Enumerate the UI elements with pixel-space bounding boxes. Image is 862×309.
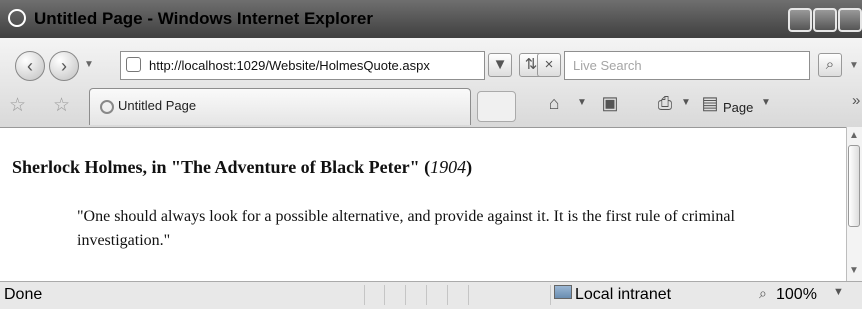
stop-button[interactable]: ×	[537, 53, 561, 77]
recent-pages-chevron-icon[interactable]: ▼	[84, 59, 94, 70]
status-divider	[405, 285, 406, 305]
add-favorites-icon[interactable]: ☆	[53, 94, 70, 117]
print-dropdown-icon[interactable]: ▼	[675, 92, 697, 114]
zoom-dropdown-icon[interactable]: ▼	[833, 286, 844, 298]
status-text: Done	[4, 286, 43, 303]
zoom-level[interactable]: 100%	[776, 286, 817, 304]
publication-year: 1904	[430, 157, 467, 177]
page-icon	[126, 57, 141, 72]
status-divider	[384, 285, 385, 305]
tab-label: Untitled Page	[118, 98, 197, 113]
status-divider	[364, 285, 365, 305]
page-tab-icon	[100, 100, 114, 114]
scroll-up-icon[interactable]: ▲	[849, 130, 859, 141]
security-zone: Local intranet	[575, 286, 672, 303]
status-bar	[0, 281, 862, 309]
status-divider	[447, 285, 448, 305]
address-dropdown-button[interactable]: ▼	[488, 53, 512, 77]
home-dropdown-icon[interactable]: ▼	[571, 92, 593, 114]
holmes-quote: "One should always look for a possible a…	[77, 208, 735, 249]
quote-heading: Sherlock Holmes, in "The Adventure of Bl…	[12, 157, 473, 177]
more-tools-icon[interactable]: »	[852, 92, 860, 109]
minimize-button[interactable]	[788, 8, 812, 32]
search-button[interactable]: ⌕	[818, 53, 842, 77]
scrollbar-thumb[interactable]	[848, 145, 860, 227]
search-options-chevron-icon[interactable]: ▼	[849, 60, 859, 71]
zoom-icon[interactable]: ⌕	[759, 285, 767, 302]
new-tab-button[interactable]	[477, 91, 516, 122]
ie-logo-icon	[8, 9, 26, 27]
local-intranet-icon	[554, 285, 572, 299]
feeds-icon[interactable]: ▣	[599, 92, 621, 114]
scroll-down-icon[interactable]: ▼	[849, 265, 859, 276]
close-button[interactable]	[838, 8, 862, 32]
page-dropdown-icon[interactable]: ▼	[755, 92, 777, 114]
favorites-star-icon[interactable]: ☆	[9, 94, 26, 117]
search-input[interactable]: Live Search	[564, 51, 810, 80]
status-divider	[426, 285, 427, 305]
print-icon[interactable]: ⎙	[654, 92, 676, 114]
page-content: Sherlock Holmes, in "The Adventure of Bl…	[0, 127, 846, 282]
status-divider	[550, 285, 551, 305]
window-title: Untitled Page - Windows Internet Explore…	[34, 9, 373, 28]
status-divider	[468, 285, 469, 305]
home-icon[interactable]: ⌂	[543, 92, 565, 114]
page-menu-label[interactable]: Page	[723, 100, 753, 115]
address-bar[interactable]: http://localhost:1029/Website/HolmesQuot…	[120, 51, 485, 80]
maximize-button[interactable]	[813, 8, 837, 32]
page-icon[interactable]: ▤	[699, 92, 721, 114]
back-button[interactable]: ‹	[15, 51, 45, 81]
forward-button[interactable]: ›	[49, 51, 79, 81]
